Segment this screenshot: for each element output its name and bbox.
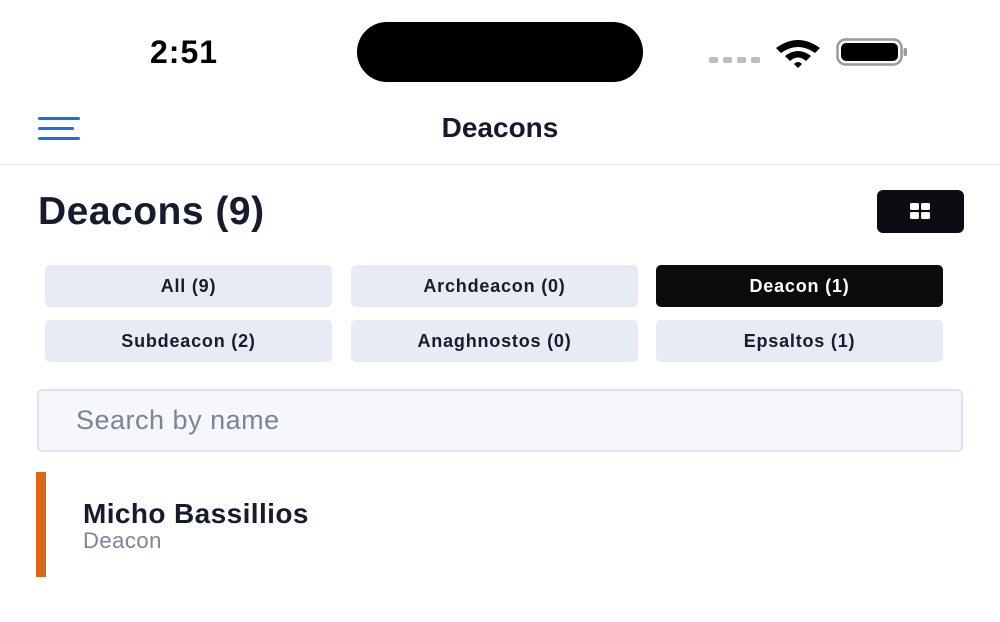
search-box (37, 389, 963, 452)
status-bar: 2:51 (0, 0, 1000, 100)
battery-icon (836, 38, 907, 66)
search-input[interactable] (76, 391, 936, 450)
status-time: 2:51 (150, 34, 219, 70)
list-item-accent-bar (36, 472, 46, 577)
nav-title: Deacons (441, 112, 559, 143)
filter-chip-subdeacon[interactable]: Subdeacon (2) (45, 320, 332, 362)
page-title: Deacons (9) (38, 190, 265, 233)
filter-chip-all[interactable]: All (9) (45, 265, 332, 307)
filter-chip-deacon[interactable]: Deacon (1) (656, 265, 943, 307)
grid-view-icon (910, 203, 930, 219)
cellular-signal-icon (709, 57, 760, 63)
wifi-icon (776, 40, 820, 68)
person-name: Micho Bassillios (83, 498, 309, 529)
person-role: Deacon (83, 528, 162, 553)
filter-chip-archdeacon[interactable]: Archdeacon (0) (351, 265, 638, 307)
filter-chip-epsaltos[interactable]: Epsaltos (1) (656, 320, 943, 362)
dynamic-island (357, 22, 643, 82)
grid-view-toggle-button[interactable] (877, 190, 964, 233)
navigation-bar: Deacons (0, 100, 1000, 165)
list-item-person[interactable]: Micho Bassillios Deacon (36, 472, 962, 577)
filter-chip-anaghnostos[interactable]: Anaghnostos (0) (351, 320, 638, 362)
